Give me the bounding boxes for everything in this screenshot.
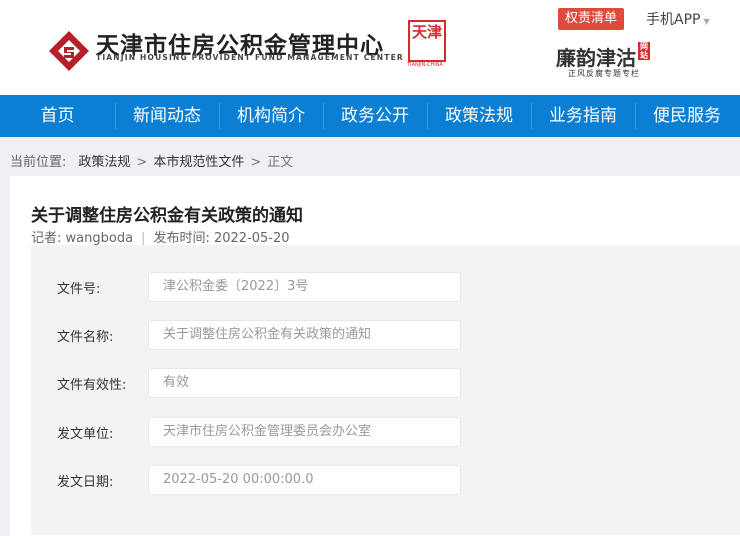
author-label: 记者:	[31, 231, 62, 246]
doc-validity-row: 文件有效性: 有效	[31, 368, 531, 398]
field-label: 文件名称:	[57, 330, 114, 345]
field-label: 发文单位:	[57, 427, 114, 442]
field-label: 发文日期:	[57, 475, 114, 490]
nav-about[interactable]: 机构简介	[219, 95, 323, 137]
article-title: 关于调整住房公积金有关政策的通知	[31, 206, 303, 226]
doc-name-row: 文件名称: 关于调整住房公积金有关政策的通知	[31, 320, 531, 350]
publish-date: 2022-05-20	[213, 231, 290, 246]
breadcrumb-policy[interactable]: 政策法规	[78, 155, 130, 170]
nav-guide[interactable]: 业务指南	[531, 95, 635, 137]
doc-validity-field: 有效	[148, 368, 461, 398]
breadcrumb-separator: >	[136, 155, 148, 170]
doc-number-field: 津公积金委〔2022〕3号	[148, 272, 461, 302]
nav-gov-affairs[interactable]: 政务公开	[323, 95, 427, 137]
lianyun-link[interactable]: 廉韵津沽 网站	[556, 42, 650, 71]
document-info-panel: 文件号: 津公积金委〔2022〕3号 文件名称: 关于调整住房公积金有关政策的通知 …	[31, 245, 740, 535]
nav-policy[interactable]: 政策法规	[427, 95, 531, 137]
caret-down-icon: ▼	[703, 17, 710, 26]
org-name-english: TIANJIN HOUSING PROVIDENT FUND MANAGEMEN…	[96, 53, 404, 62]
seal-caption: TIANJIN·CHINA	[407, 62, 443, 68]
site-header: 天津市住房公积金管理中心 TIANJIN HOUSING PROVIDENT F…	[0, 0, 740, 95]
article-meta: 记者: wangboda | 发布时间: 2022-05-20	[31, 227, 290, 246]
duty-list-button[interactable]: 权责清单	[558, 8, 624, 30]
breadcrumb-separator: >	[250, 155, 262, 170]
breadcrumb-local-docs[interactable]: 本市规范性文件	[153, 155, 244, 170]
issuer-row: 发文单位: 天津市住房公积金管理委员会办公室	[31, 417, 531, 447]
date-label: 发布时间:	[153, 231, 210, 246]
lianyun-title: 廉韵津沽	[556, 46, 636, 70]
tianjin-seal-logo: 天津	[408, 20, 446, 62]
nav-services[interactable]: 便民服务	[635, 95, 739, 137]
issuer-field: 天津市住房公积金管理委员会办公室	[148, 417, 461, 447]
divider: |	[141, 231, 146, 246]
main-nav: 首页 新闻动态 机构简介 政务公开 政策法规 业务指南 便民服务	[0, 95, 740, 137]
lianyun-subtitle: 正风反腐专题专栏	[568, 69, 640, 78]
mobile-app-label: 手机APP	[646, 12, 701, 28]
nav-home[interactable]: 首页	[0, 95, 115, 137]
breadcrumb-label: 当前位置:	[10, 155, 67, 170]
logo-icon	[49, 31, 89, 71]
author: wangboda	[65, 231, 134, 246]
field-label: 文件有效性:	[57, 378, 127, 393]
breadcrumb-current: 正文	[267, 155, 294, 170]
field-label: 文件号:	[57, 282, 101, 297]
issue-date-row: 发文日期: 2022-05-20 00:00:00.0	[31, 465, 531, 495]
breadcrumb: 当前位置: 政策法规 > 本市规范性文件 > 正文	[10, 151, 293, 170]
lianyun-badge: 网站	[638, 41, 650, 60]
mobile-app-dropdown[interactable]: 手机APP ▼	[646, 9, 710, 29]
doc-number-row: 文件号: 津公积金委〔2022〕3号	[31, 272, 531, 302]
nav-news[interactable]: 新闻动态	[115, 95, 219, 137]
doc-name-field: 关于调整住房公积金有关政策的通知	[148, 320, 461, 350]
issue-date-field: 2022-05-20 00:00:00.0	[148, 465, 461, 495]
